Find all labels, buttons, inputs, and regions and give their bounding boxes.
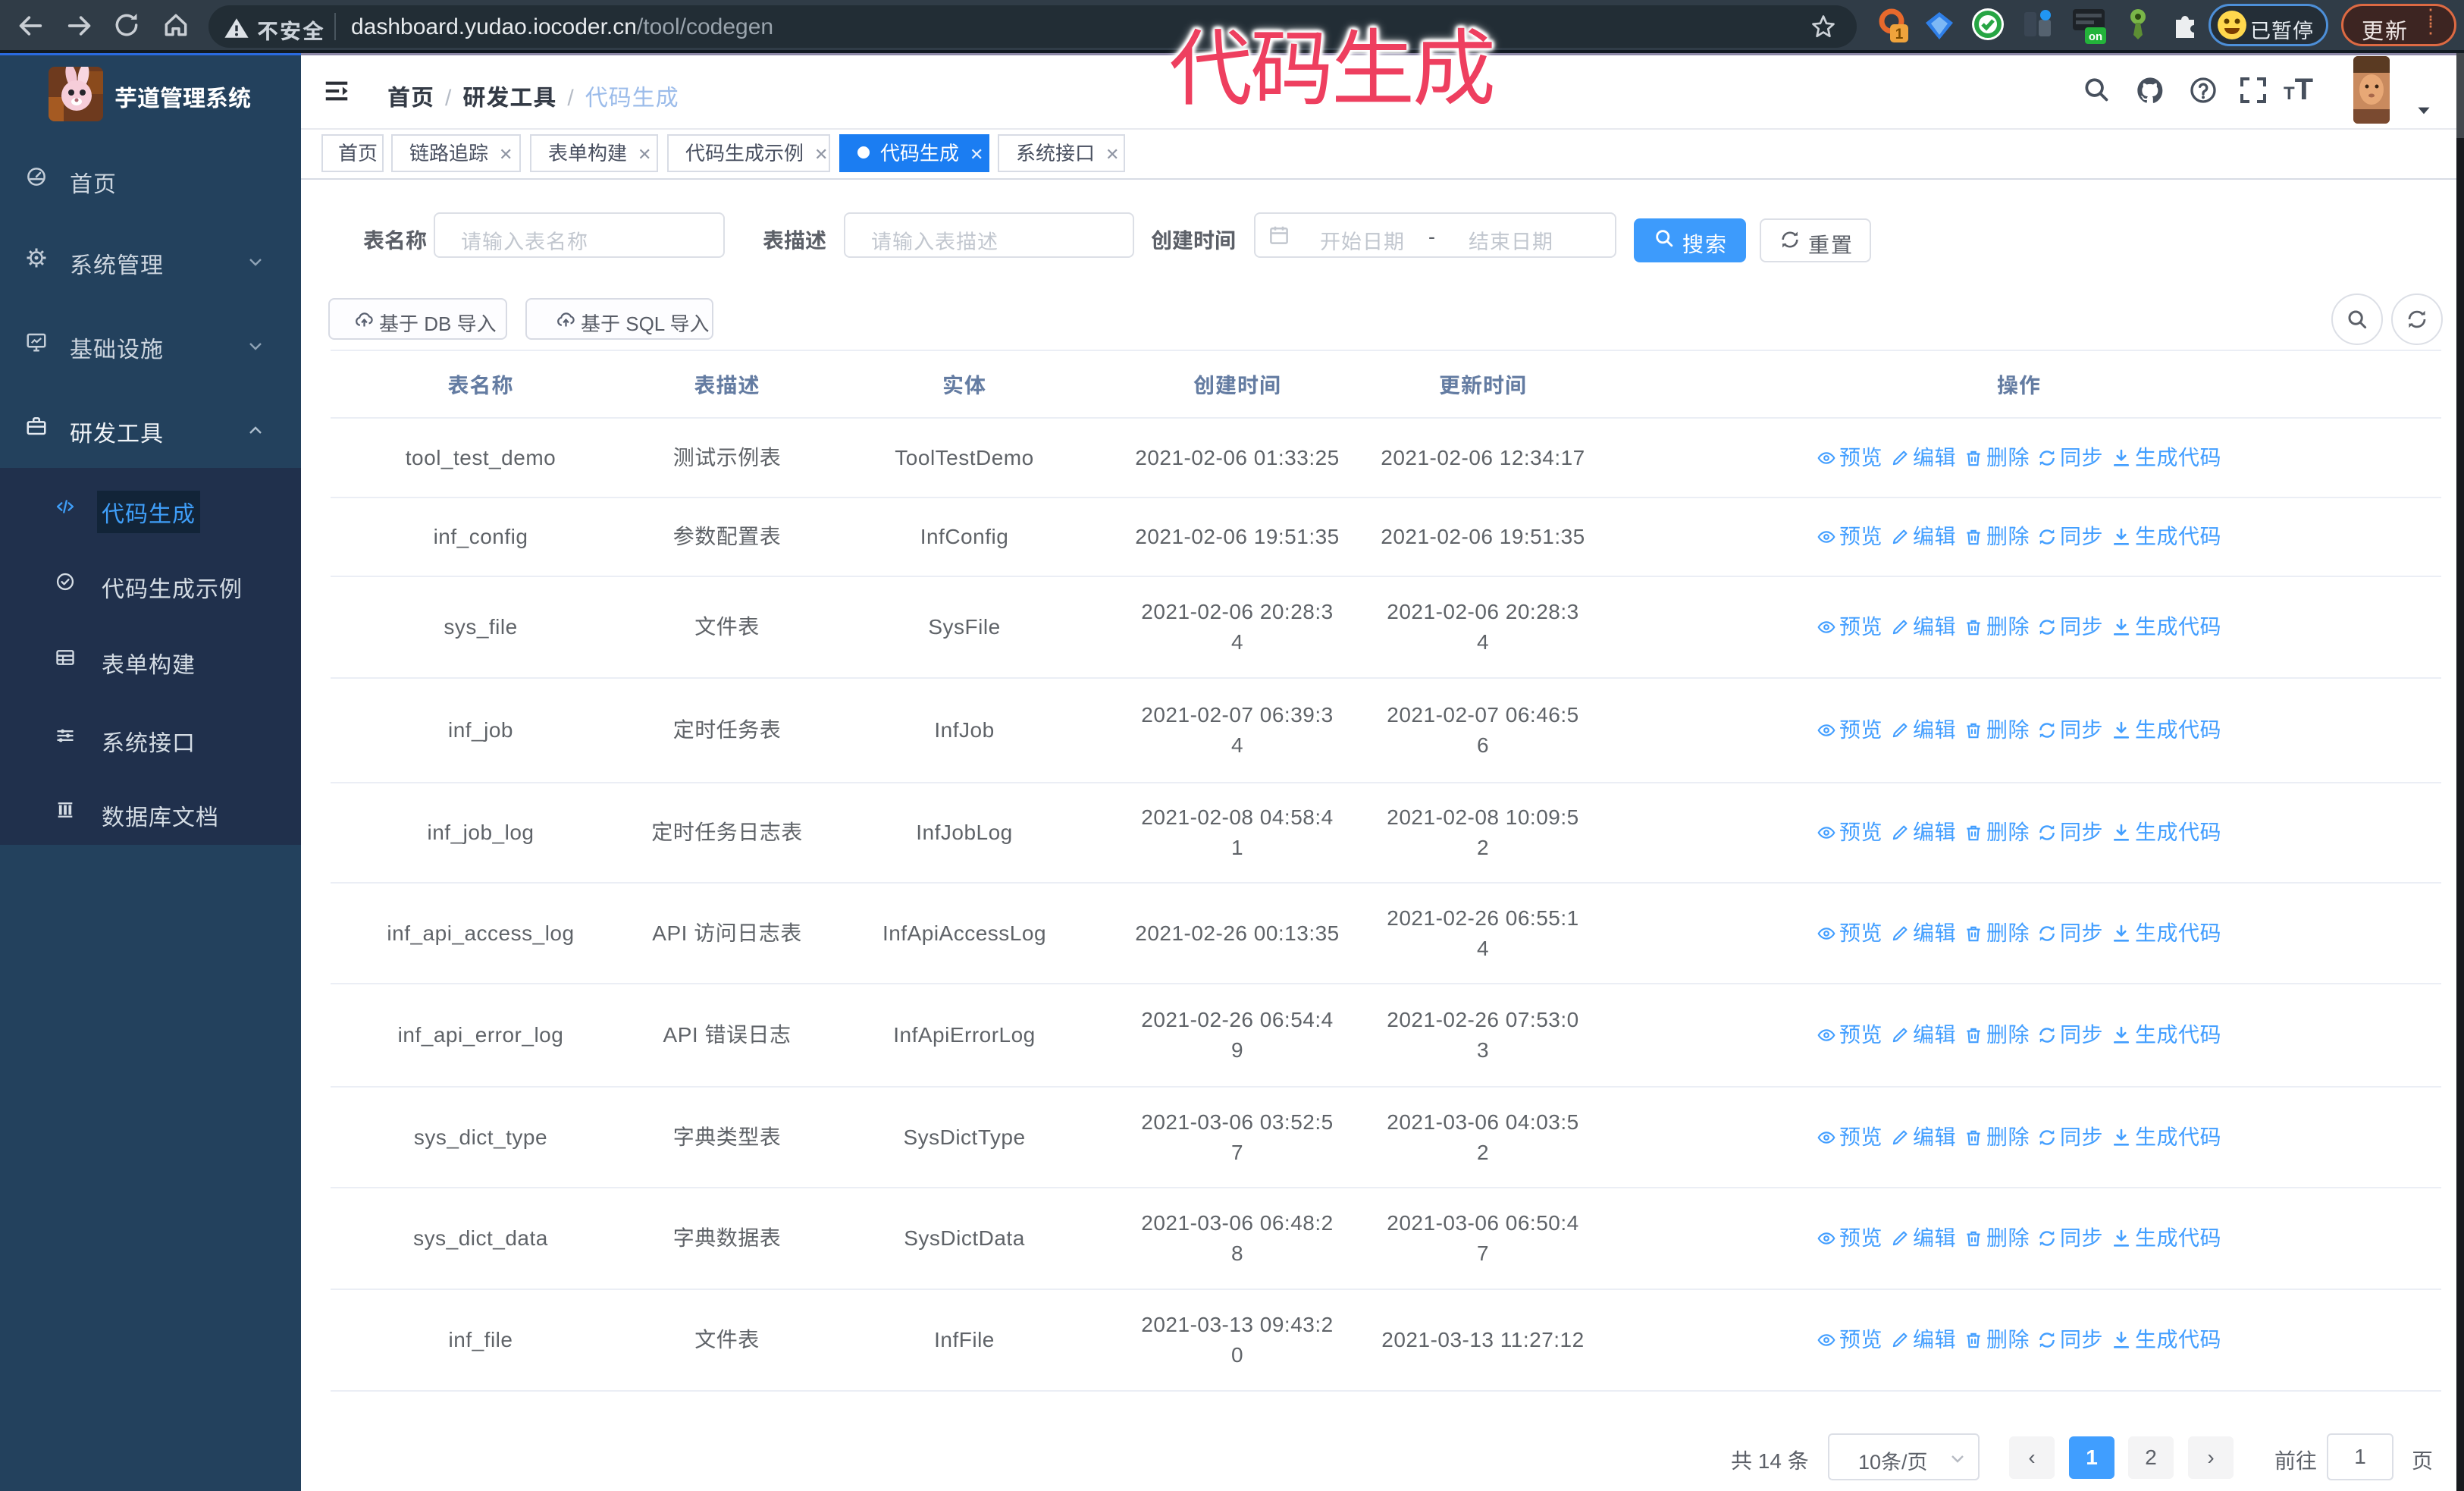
svg-text:on: on (2089, 30, 2102, 43)
svg-text:1: 1 (1895, 27, 1904, 42)
